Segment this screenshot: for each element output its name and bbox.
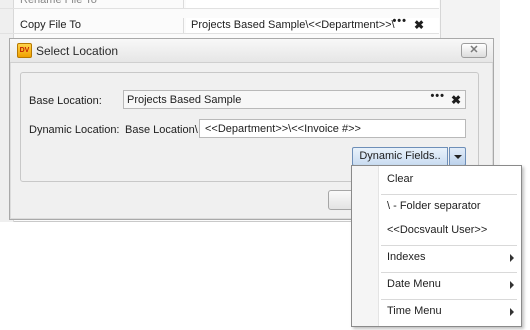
menu-item-label: Clear [387, 173, 414, 185]
browse-ellipsis-button[interactable]: ••• [392, 18, 407, 29]
grid-row-name: Rename File To [14, 0, 184, 8]
submenu-arrow-icon [510, 308, 514, 316]
menu-item-label: <<Docsvault User>> [387, 224, 488, 236]
dynamic-location-label: Dynamic Location: [29, 124, 120, 136]
copy-file-to-value: Projects Based Sample\<<Department>>\ [191, 19, 395, 31]
base-location-value: Projects Based Sample [127, 94, 242, 106]
dynamic-location-input[interactable]: <<Department>>\<<Invoice #>> [199, 119, 466, 138]
menu-item-date-menu[interactable]: Date Menu [353, 274, 520, 296]
dynamic-fields-button[interactable]: Dynamic Fields.. [352, 147, 448, 166]
menu-separator [381, 245, 517, 246]
clear-x-icon[interactable]: ✖ [414, 18, 424, 33]
base-location-field[interactable]: Projects Based Sample ••• ✖ [123, 90, 466, 109]
grid-row-value[interactable] [186, 0, 439, 8]
screen: Rename File To Copy File To Projects Bas… [0, 0, 530, 330]
grid-row-name: Copy File To [14, 18, 184, 33]
dynamic-location-value: <<Department>>\<<Invoice #>> [205, 123, 361, 135]
chevron-down-icon [454, 155, 462, 159]
dynamic-location-prefix: Base Location\ [125, 124, 198, 136]
menu-separator [381, 272, 517, 273]
menu-separator [381, 194, 517, 195]
dialog-title-bar[interactable]: DV Select Location ✕ [10, 39, 493, 63]
base-location-label: Base Location: [29, 95, 102, 107]
menu-item-time-menu[interactable]: Time Menu [353, 301, 520, 323]
dynamic-fields-dropdown-button[interactable] [449, 147, 466, 166]
menu-item-label: Date Menu [387, 278, 441, 290]
grid-row-rename[interactable]: Rename File To [0, 0, 439, 9]
menu-item-label: Time Menu [387, 305, 442, 317]
browse-ellipsis-button[interactable]: ••• [430, 90, 445, 102]
grid-row-copy-file-to[interactable]: Copy File To Projects Based Sample\<<Dep… [0, 18, 439, 34]
dynamic-fields-split-button[interactable]: Dynamic Fields.. [352, 147, 466, 166]
close-button[interactable]: ✕ [461, 43, 487, 58]
menu-item-label: \ - Folder separator [387, 200, 481, 212]
grid-row-value-cell[interactable]: Projects Based Sample\<<Department>>\ ••… [186, 18, 439, 33]
menu-separator [381, 299, 517, 300]
clear-x-icon[interactable]: ✖ [451, 93, 461, 107]
dialog-title: Select Location [36, 44, 119, 58]
submenu-arrow-icon [510, 254, 514, 262]
dynamic-fields-menu: Clear \ - Folder separator <<Docsvault U… [351, 165, 522, 327]
menu-item-folder-separator[interactable]: \ - Folder separator [353, 196, 520, 218]
submenu-arrow-icon [510, 281, 514, 289]
menu-item-label: Indexes [387, 251, 426, 263]
menu-item-indexes[interactable]: Indexes [353, 247, 520, 269]
docsvault-app-icon: DV [17, 43, 32, 58]
menu-item-clear[interactable]: Clear [353, 169, 520, 191]
menu-item-docsvault-user[interactable]: <<Docsvault User>> [353, 220, 520, 242]
